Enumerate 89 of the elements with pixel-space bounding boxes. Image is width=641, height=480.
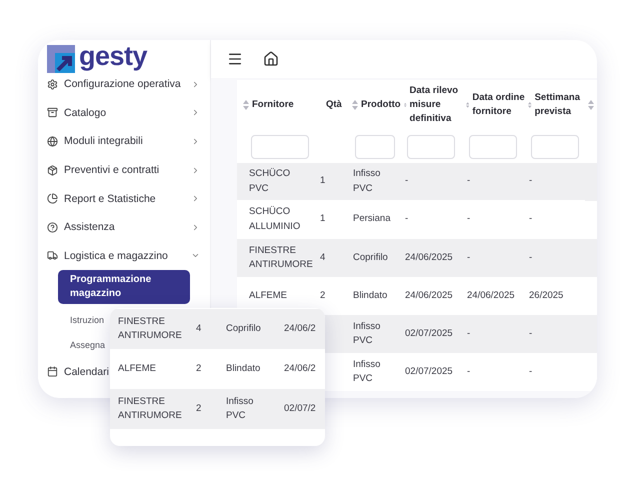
table-cell-text: Blindato <box>353 288 388 303</box>
table-cell-text: - <box>467 250 470 265</box>
home-icon[interactable] <box>263 51 279 67</box>
table-cell-text: - <box>467 364 470 379</box>
table-cell-text: ALFEME <box>249 288 288 303</box>
column-header[interactable]: Data rilevo misure definitiva <box>410 84 463 126</box>
table-cell-text: 1 <box>320 212 326 226</box>
chevron-right-icon <box>191 166 200 175</box>
sort-icon[interactable] <box>466 100 470 110</box>
package-icon <box>47 164 58 176</box>
table-cell-text: Infisso PVC <box>353 358 382 386</box>
chevron-right-icon <box>191 222 200 232</box>
sidebar-item[interactable]: Assistenza <box>47 212 210 242</box>
table-cell-text: 2 <box>320 288 326 303</box>
sidebar-item[interactable]: Configurazione operativa <box>47 70 210 99</box>
archive-box-icon <box>47 107 58 118</box>
table-cell-text: ALFEME <box>118 362 156 376</box>
menu-icon[interactable] <box>227 51 243 67</box>
column-header[interactable]: Fornitore <box>252 98 294 112</box>
globe-icon <box>47 136 58 147</box>
settings-icon <box>47 78 58 90</box>
sidebar-item[interactable]: Calendari <box>47 357 109 386</box>
table-cell-text: - <box>529 212 532 226</box>
submenu-item[interactable]: Assegna <box>58 332 106 358</box>
table-cell-text: - <box>405 174 408 188</box>
chevron-right-icon <box>191 80 200 89</box>
sidebar-item[interactable]: Report e Statistiche <box>47 184 210 213</box>
table-cell-text: - <box>529 250 532 265</box>
sort-icon[interactable] <box>352 100 358 110</box>
sidebar-item[interactable]: Preventivi e contratti <box>47 156 210 184</box>
column-header[interactable]: Prodotto <box>361 98 401 112</box>
table-cell-text: 26/2025 <box>529 288 564 303</box>
chevron-right-icon <box>191 108 200 118</box>
table-cell-text: 02/07/2 <box>284 402 316 416</box>
table-cell-text: Coprifilo <box>226 322 261 336</box>
truck-icon <box>47 250 58 262</box>
table-cell-text: 02/07/2025 <box>405 326 453 341</box>
table-cell-text: Infisso PVC <box>226 394 254 423</box>
table-cell-text: Coprifilo <box>353 250 388 265</box>
column-header[interactable]: Settimana prevista <box>534 91 585 119</box>
submenu-item[interactable]: Istruzion <box>58 308 104 333</box>
table-cell-text: - <box>529 364 532 379</box>
sidebar-item[interactable]: Moduli integrabili <box>47 127 210 156</box>
table-cell-text: Blindato <box>226 362 260 376</box>
table-cell-text: 24/06/2025 <box>405 288 453 303</box>
calendar-icon <box>47 366 58 378</box>
table-cell-text: 2 <box>196 402 202 416</box>
filter-field[interactable] <box>469 134 517 158</box>
table-cell-text: Infisso PVC <box>353 320 382 348</box>
pie-chart-icon <box>47 193 58 204</box>
help-icon <box>47 222 58 233</box>
filter-field[interactable] <box>355 134 395 158</box>
column-header[interactable]: Qtà <box>326 98 342 112</box>
submenu-item[interactable]: Programmazione magazzino <box>58 270 190 304</box>
table-cell-text: 24/06/2 <box>284 322 316 336</box>
table-cell-text: 24/06/2025 <box>405 250 453 265</box>
table-cell-text: - <box>467 174 470 188</box>
logo-icon <box>47 45 75 73</box>
sidebar-item[interactable]: Logistica e magazzino <box>47 242 210 270</box>
table-cell-text: - <box>467 212 470 226</box>
table-cell-text: Infisso PVC <box>353 167 382 196</box>
table-cell-text: 24/06/2025 <box>467 288 515 303</box>
table-cell-text: FINESTRE ANTIRUMORE <box>118 314 183 343</box>
chevron-right-icon <box>191 194 200 204</box>
table-cell-text: - <box>529 326 532 341</box>
table-cell-text: FINESTRE ANTIRUMORE <box>249 244 313 272</box>
filter-field[interactable] <box>407 134 455 158</box>
table-cell-text: 4 <box>320 250 326 265</box>
table-cell-text: - <box>529 174 532 188</box>
table-cell-text: SCHÜCO PVC <box>249 167 292 196</box>
table-cell-text: Persiana <box>353 212 390 226</box>
table-cell-text: 4 <box>196 322 202 336</box>
sort-icon[interactable] <box>243 100 249 110</box>
table-cell-text: 02/07/2025 <box>405 364 453 379</box>
sort-icon[interactable] <box>528 100 532 110</box>
column-header[interactable]: Data ordine fornitore <box>472 91 525 119</box>
filter-field[interactable] <box>251 134 309 158</box>
table-cell-text: FINESTRE ANTIRUMORE <box>118 394 183 423</box>
chevron-right-icon <box>191 136 200 146</box>
table-cell-text: 24/06/2 <box>284 362 316 376</box>
table-cell-text: 2 <box>196 362 202 376</box>
table-cell-text: - <box>405 212 408 226</box>
table-cell-text: - <box>467 326 470 341</box>
filter-field[interactable] <box>531 134 579 158</box>
sidebar-item[interactable]: Catalogo <box>47 98 210 128</box>
table-cell-text: SCHÜCO ALLUMINIO <box>249 205 302 234</box>
table-cell-text: 1 <box>320 174 326 188</box>
logo-text: gesty <box>79 42 148 70</box>
sort-icon[interactable] <box>588 100 594 110</box>
